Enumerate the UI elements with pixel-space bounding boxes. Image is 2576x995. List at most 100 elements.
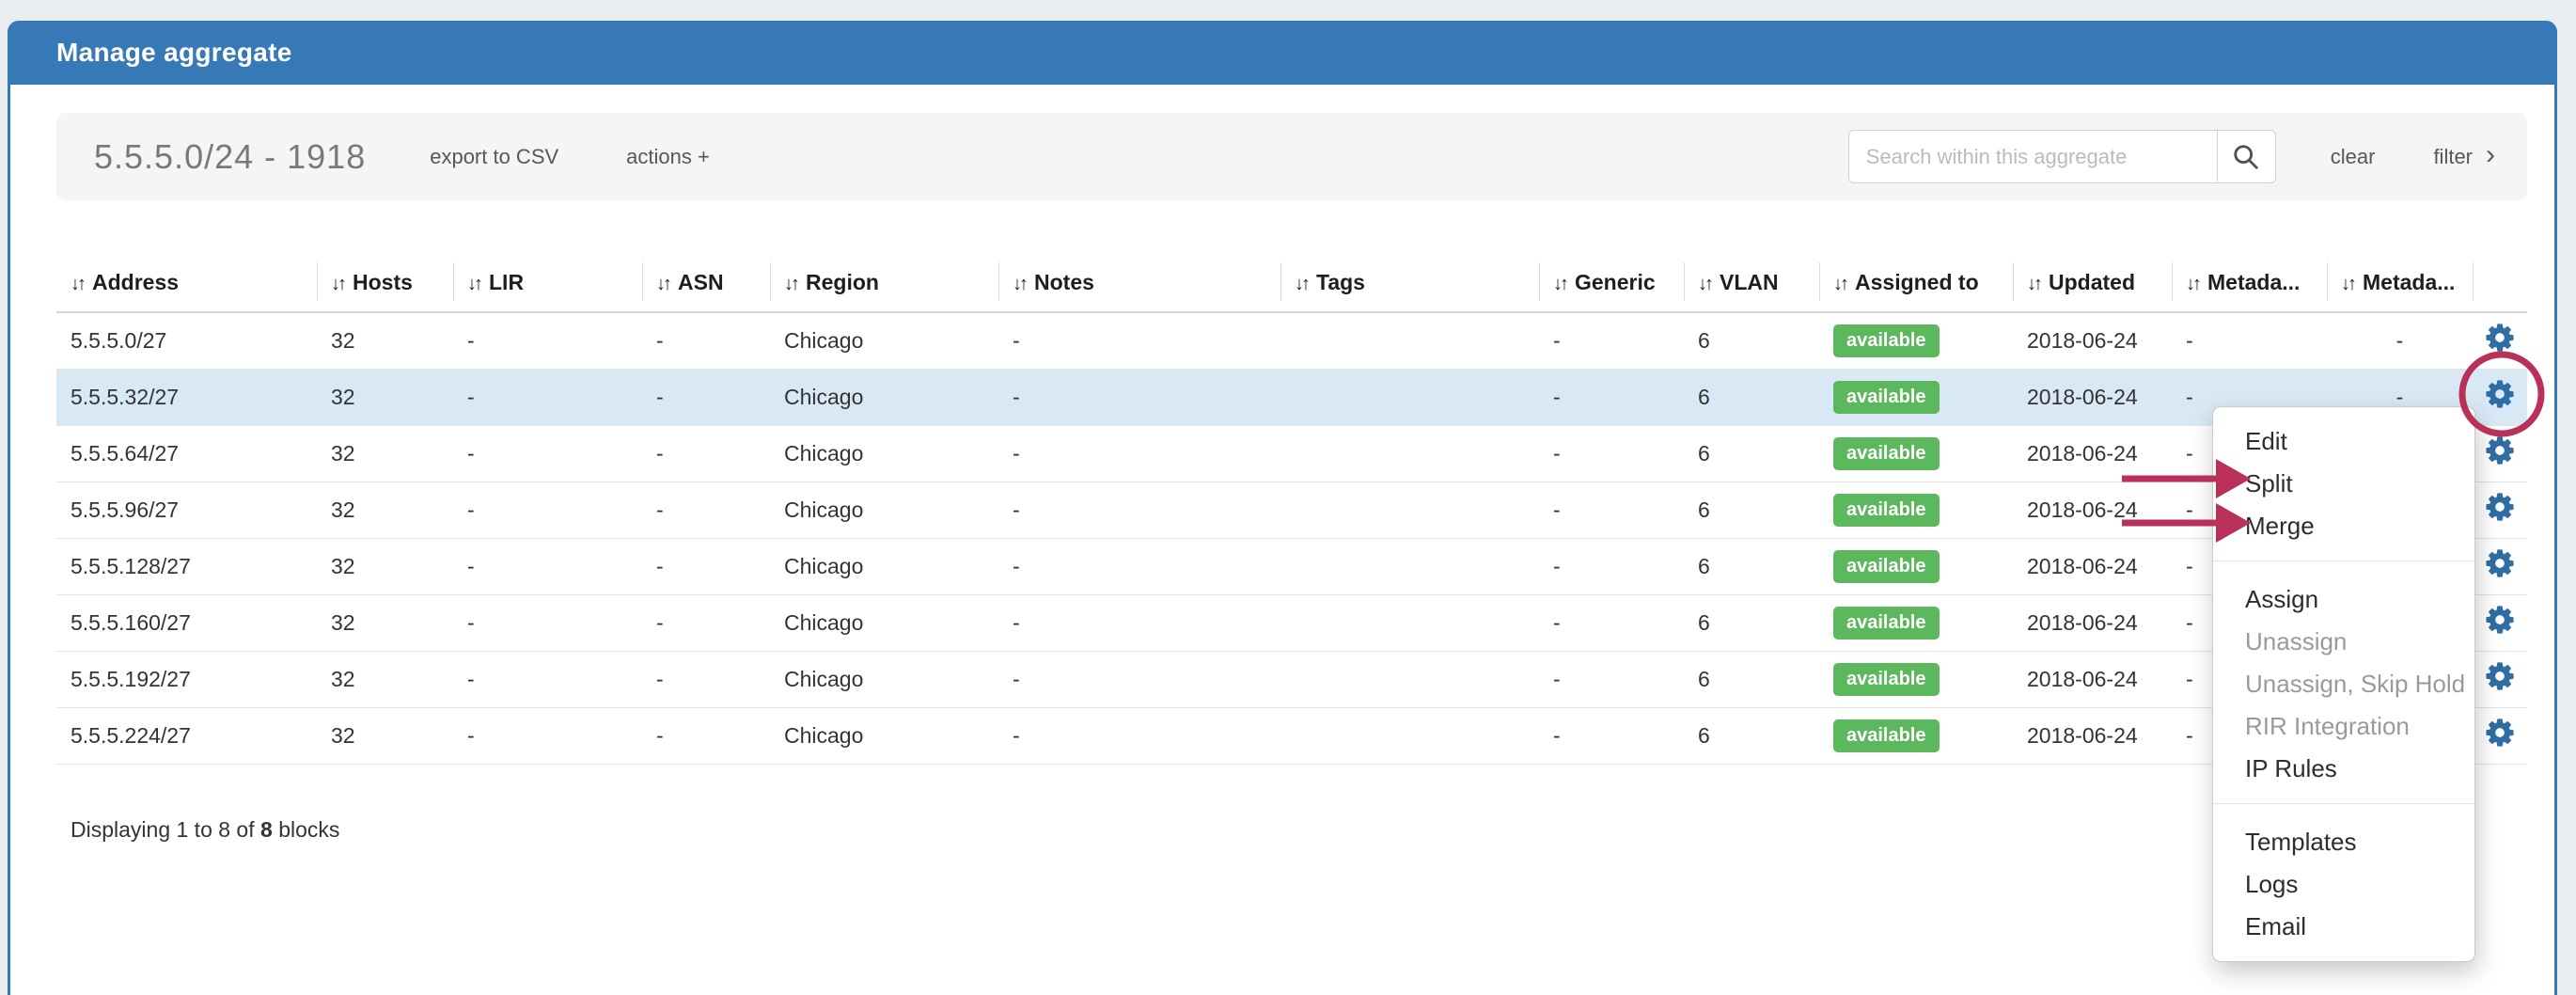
col-header-vlan[interactable]: ↓↑VLAN [1684, 254, 1819, 312]
gear-icon[interactable] [2484, 660, 2516, 692]
export-csv-button[interactable]: export to CSV [430, 145, 558, 169]
table-row[interactable]: 5.5.5.96/27 32 - - Chicago - - 6 availab… [56, 482, 2527, 538]
cell-assigned-to: available [1819, 651, 2013, 707]
gear-icon[interactable] [2484, 378, 2516, 410]
gear-icon[interactable] [2484, 547, 2516, 579]
status-badge: available [1833, 381, 1940, 414]
cell-actions: - [2327, 312, 2473, 369]
cell-asn: - [642, 651, 770, 707]
cell-region: Chicago [770, 594, 998, 651]
col-header-metadata-1[interactable]: ↓↑Metada... [2172, 254, 2327, 312]
panel-header: Manage aggregate [10, 21, 2554, 85]
col-header-region[interactable]: ↓↑Region [770, 254, 998, 312]
menu-item-templates[interactable]: Templates [2213, 821, 2474, 863]
col-header-metadata-2[interactable]: ↓↑Metada... [2327, 254, 2473, 312]
search-input[interactable] [1848, 130, 2217, 183]
col-header-tags[interactable]: ↓↑Tags [1280, 254, 1539, 312]
menu-item-assign[interactable]: Assign [2213, 578, 2474, 621]
cell-asn: - [642, 312, 770, 369]
table-row[interactable]: 5.5.5.128/27 32 - - Chicago - - 6 availa… [56, 538, 2527, 594]
cell-lir: - [453, 425, 642, 482]
clear-button[interactable]: clear [2331, 145, 2376, 169]
cell-gear [2473, 538, 2527, 594]
search-button[interactable] [2217, 130, 2276, 183]
cell-gear [2473, 312, 2527, 369]
col-header-updated[interactable]: ↓↑Updated [2013, 254, 2172, 312]
col-header-generic[interactable]: ↓↑Generic [1539, 254, 1684, 312]
cell-tags [1280, 707, 1539, 764]
cell-address: 5.5.5.64/27 [56, 425, 317, 482]
cell-generic: - [1539, 707, 1684, 764]
cell-notes: - [998, 538, 1280, 594]
cell-hosts: 32 [317, 594, 453, 651]
cell-lir: - [453, 594, 642, 651]
cell-hosts: 32 [317, 369, 453, 425]
gear-icon[interactable] [2484, 604, 2516, 636]
col-header-hosts[interactable]: ↓↑Hosts [317, 254, 453, 312]
cell-address: 5.5.5.192/27 [56, 651, 317, 707]
actions-dropdown-button[interactable]: actions + [626, 145, 710, 169]
table-row[interactable]: 5.5.5.0/27 32 - - Chicago - - 6 availabl… [56, 312, 2527, 369]
table-row[interactable]: 5.5.5.160/27 32 - - Chicago - - 6 availa… [56, 594, 2527, 651]
cell-asn: - [642, 425, 770, 482]
col-header-asn[interactable]: ↓↑ASN [642, 254, 770, 312]
cell-gear [2473, 369, 2527, 425]
sort-icon: ↓↑ [1833, 274, 1846, 294]
status-badge: available [1833, 494, 1940, 527]
menu-item-split[interactable]: Split [2213, 463, 2474, 505]
cell-generic: - [1539, 651, 1684, 707]
col-header-lir[interactable]: ↓↑LIR [453, 254, 642, 312]
menu-item-ip-rules[interactable]: IP Rules [2213, 748, 2474, 790]
cell-lir: - [453, 482, 642, 538]
cell-lir: - [453, 312, 642, 369]
col-header-notes[interactable]: ↓↑Notes [998, 254, 1280, 312]
menu-item-merge[interactable]: Merge [2213, 505, 2474, 547]
cell-region: Chicago [770, 482, 998, 538]
cell-metadata-1: - [2172, 312, 2327, 369]
table-row[interactable]: 5.5.5.32/27 32 - - Chicago - - 6 availab… [56, 369, 2527, 425]
sort-icon: ↓↑ [1013, 274, 1026, 294]
cell-region: Chicago [770, 312, 998, 369]
menu-divider [2213, 803, 2474, 804]
table-row[interactable]: 5.5.5.192/27 32 - - Chicago - - 6 availa… [56, 651, 2527, 707]
toolbar: 5.5.5.0/24 - 1918 export to CSV actions … [56, 113, 2527, 200]
cell-asn: - [642, 594, 770, 651]
cell-lir: - [453, 651, 642, 707]
sort-icon: ↓↑ [784, 274, 797, 294]
cell-generic: - [1539, 312, 1684, 369]
cell-updated: 2018-06-24 [2013, 538, 2172, 594]
cell-address: 5.5.5.224/27 [56, 707, 317, 764]
col-header-assigned-to[interactable]: ↓↑Assigned to [1819, 254, 2013, 312]
cell-tags [1280, 482, 1539, 538]
gear-icon[interactable] [2484, 322, 2516, 354]
menu-item-logs[interactable]: Logs [2213, 863, 2474, 906]
col-header-address[interactable]: ↓↑Address [56, 254, 317, 312]
cell-vlan: 6 [1684, 651, 1819, 707]
gear-icon[interactable] [2484, 434, 2516, 466]
cell-assigned-to: available [1819, 594, 2013, 651]
page-title: Manage aggregate [56, 38, 292, 68]
cell-gear [2473, 651, 2527, 707]
cell-tags [1280, 425, 1539, 482]
cell-tags [1280, 538, 1539, 594]
cell-generic: - [1539, 482, 1684, 538]
gear-icon[interactable] [2484, 717, 2516, 749]
context-menu: EditSplitMergeAssignUnassignUnassign, Sk… [2212, 406, 2475, 962]
gear-icon[interactable] [2484, 491, 2516, 523]
cell-lir: - [453, 707, 642, 764]
menu-item-email[interactable]: Email [2213, 906, 2474, 948]
filter-button[interactable]: filter › [2433, 141, 2495, 173]
menu-item-rir-integration: RIR Integration [2213, 705, 2474, 748]
blocks-table: ↓↑Address ↓↑Hosts ↓↑LIR ↓↑ASN ↓↑Region ↓… [56, 254, 2527, 765]
menu-item-edit[interactable]: Edit [2213, 420, 2474, 463]
menu-item-unassign: Unassign [2213, 621, 2474, 663]
sort-icon: ↓↑ [71, 274, 84, 294]
table-row[interactable]: 5.5.5.224/27 32 - - Chicago - - 6 availa… [56, 707, 2527, 764]
cell-notes: - [998, 707, 1280, 764]
cell-notes: - [998, 312, 1280, 369]
cell-hosts: 32 [317, 425, 453, 482]
table-row[interactable]: 5.5.5.64/27 32 - - Chicago - - 6 availab… [56, 425, 2527, 482]
cell-asn: - [642, 482, 770, 538]
status-badge: available [1833, 607, 1940, 640]
cell-assigned-to: available [1819, 707, 2013, 764]
